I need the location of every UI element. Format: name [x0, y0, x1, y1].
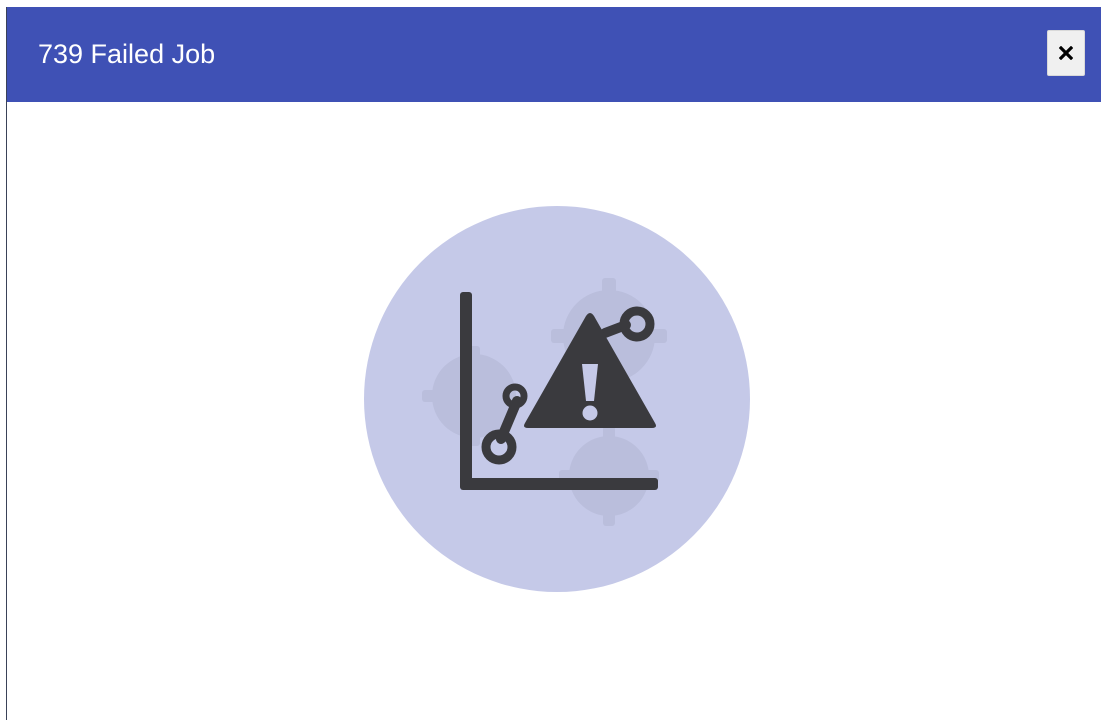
dialog-body — [7, 102, 1101, 720]
dialog-title: 739 Failed Job — [38, 39, 216, 69]
close-button[interactable] — [1047, 30, 1085, 76]
close-icon — [1059, 46, 1073, 60]
chart-warning-icon — [364, 206, 750, 592]
failed-job-dialog: 739 Failed Job — [6, 7, 1101, 720]
dialog-titlebar: 739 Failed Job — [7, 7, 1101, 102]
